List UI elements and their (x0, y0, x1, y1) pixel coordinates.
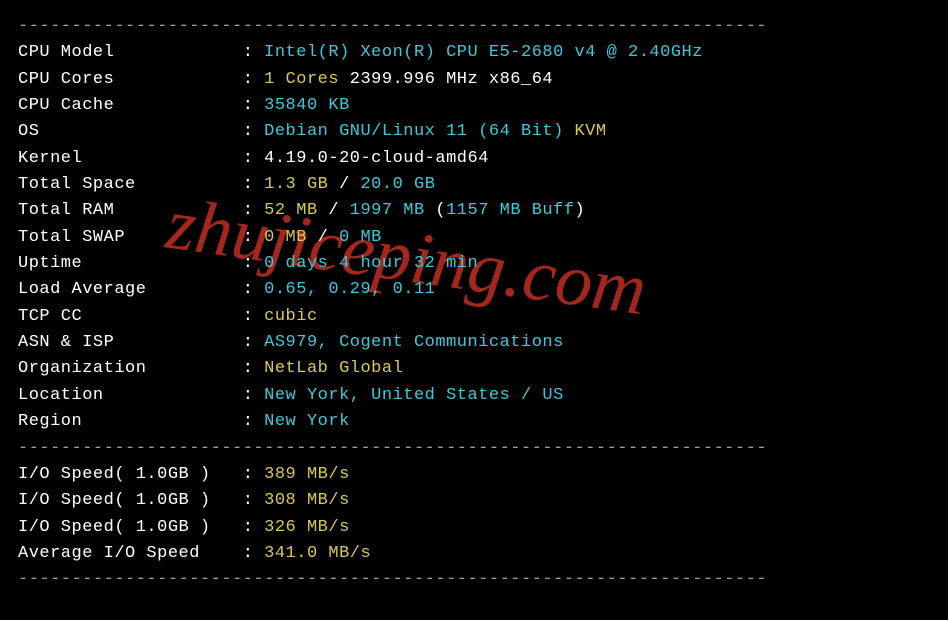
info-row: TCP CC : cubic (18, 304, 930, 330)
terminal-output: ----------------------------------------… (18, 14, 930, 594)
info-row: Organization : NetLab Global (18, 356, 930, 382)
info-value-segment: 4.19.0-20-cloud-amd64 (264, 149, 489, 168)
info-value-segment: Intel(R) Xeon(R) CPU E5-2680 v4 @ 2.40GH… (264, 43, 703, 62)
colon-separator: : (243, 254, 264, 273)
info-row: Kernel : 4.19.0-20-cloud-amd64 (18, 146, 930, 172)
colon-separator: : (243, 386, 264, 405)
info-value-segment: 0 MB (339, 228, 382, 247)
info-label: Kernel (18, 149, 243, 168)
io-label: Average I/O Speed (18, 544, 243, 563)
io-value: 326 MB/s (264, 518, 350, 537)
io-value: 389 MB/s (264, 465, 350, 484)
io-label: I/O Speed( 1.0GB ) (18, 518, 243, 537)
io-label: I/O Speed( 1.0GB ) (18, 465, 243, 484)
colon-separator: : (243, 518, 264, 537)
io-label: I/O Speed( 1.0GB ) (18, 491, 243, 510)
colon-separator: : (243, 149, 264, 168)
info-row: CPU Cache : 35840 KB (18, 93, 930, 119)
colon-separator: : (243, 544, 264, 563)
info-row: Location : New York, United States / US (18, 383, 930, 409)
info-row: Total Space : 1.3 GB / 20.0 GB (18, 172, 930, 198)
info-label: ASN & ISP (18, 333, 243, 352)
info-row: Region : New York (18, 409, 930, 435)
info-label: Region (18, 412, 243, 431)
info-row: Uptime : 0 days 4 hour 32 min (18, 251, 930, 277)
io-row: Average I/O Speed : 341.0 MB/s (18, 541, 930, 567)
info-label: OS (18, 122, 243, 141)
io-row: I/O Speed( 1.0GB ) : 326 MB/s (18, 515, 930, 541)
colon-separator: : (243, 201, 264, 220)
info-value-segment: New York (264, 412, 350, 431)
info-value-segment: 35840 KB (264, 96, 350, 115)
colon-separator: : (243, 280, 264, 299)
info-row: Load Average : 0.65, 0.29, 0.11 (18, 277, 930, 303)
colon-separator: : (243, 491, 264, 510)
colon-separator: : (243, 122, 264, 141)
info-label: Total RAM (18, 201, 243, 220)
info-value-segment: 1997 MB (350, 201, 436, 220)
info-label: Total SWAP (18, 228, 243, 247)
colon-separator: : (243, 359, 264, 378)
info-row: OS : Debian GNU/Linux 11 (64 Bit) KVM (18, 119, 930, 145)
info-value-segment: 1157 MB Buff (446, 201, 574, 220)
colon-separator: : (243, 333, 264, 352)
colon-separator: : (243, 96, 264, 115)
io-value: 308 MB/s (264, 491, 350, 510)
info-label: CPU Cores (18, 70, 243, 89)
divider-bottom: ----------------------------------------… (18, 567, 930, 593)
info-value-segment: NetLab Global (264, 359, 403, 378)
info-value-segment: AS979, Cogent Communications (264, 333, 564, 352)
info-value-segment: 1.3 GB (264, 175, 339, 194)
info-value-segment: cubic (264, 307, 318, 326)
info-value-segment: 0 days 4 hour 32 min (264, 254, 478, 273)
io-row: I/O Speed( 1.0GB ) : 308 MB/s (18, 488, 930, 514)
info-value-segment: 0 MB (264, 228, 318, 247)
info-value-segment: / (328, 201, 349, 220)
info-value-segment: ) (575, 201, 586, 220)
colon-separator: : (243, 307, 264, 326)
colon-separator: : (243, 43, 264, 62)
info-row: Total RAM : 52 MB / 1997 MB (1157 MB Buf… (18, 198, 930, 224)
info-label: CPU Cache (18, 96, 243, 115)
info-label: Organization (18, 359, 243, 378)
info-row: CPU Model : Intel(R) Xeon(R) CPU E5-2680… (18, 40, 930, 66)
info-row: Total SWAP : 0 MB / 0 MB (18, 225, 930, 251)
info-value-segment: 2399.996 MHz x86_64 (350, 70, 553, 89)
colon-separator: : (243, 228, 264, 247)
info-row: CPU Cores : 1 Cores 2399.996 MHz x86_64 (18, 67, 930, 93)
info-value-segment: KVM (575, 122, 607, 141)
colon-separator: : (243, 175, 264, 194)
info-value-segment: 1 Cores (264, 70, 350, 89)
info-row: ASN & ISP : AS979, Cogent Communications (18, 330, 930, 356)
info-value-segment: 20.0 GB (360, 175, 435, 194)
info-value-segment: New York, United States / US (264, 386, 564, 405)
info-label: Location (18, 386, 243, 405)
io-value: 341.0 MB/s (264, 544, 371, 563)
info-label: Uptime (18, 254, 243, 273)
divider-mid: ----------------------------------------… (18, 436, 930, 462)
info-value-segment: ( (435, 201, 446, 220)
info-value-segment: 0.65, 0.29, 0.11 (264, 280, 435, 299)
info-value-segment: Debian GNU/Linux 11 (64 Bit) (264, 122, 574, 141)
divider-top: ----------------------------------------… (18, 14, 930, 40)
io-row: I/O Speed( 1.0GB ) : 389 MB/s (18, 462, 930, 488)
info-label: Load Average (18, 280, 243, 299)
colon-separator: : (243, 412, 264, 431)
info-label: TCP CC (18, 307, 243, 326)
colon-separator: : (243, 70, 264, 89)
info-value-segment: / (339, 175, 360, 194)
info-label: CPU Model (18, 43, 243, 62)
colon-separator: : (243, 465, 264, 484)
info-value-segment: 52 MB (264, 201, 328, 220)
info-label: Total Space (18, 175, 243, 194)
info-value-segment: / (318, 228, 339, 247)
